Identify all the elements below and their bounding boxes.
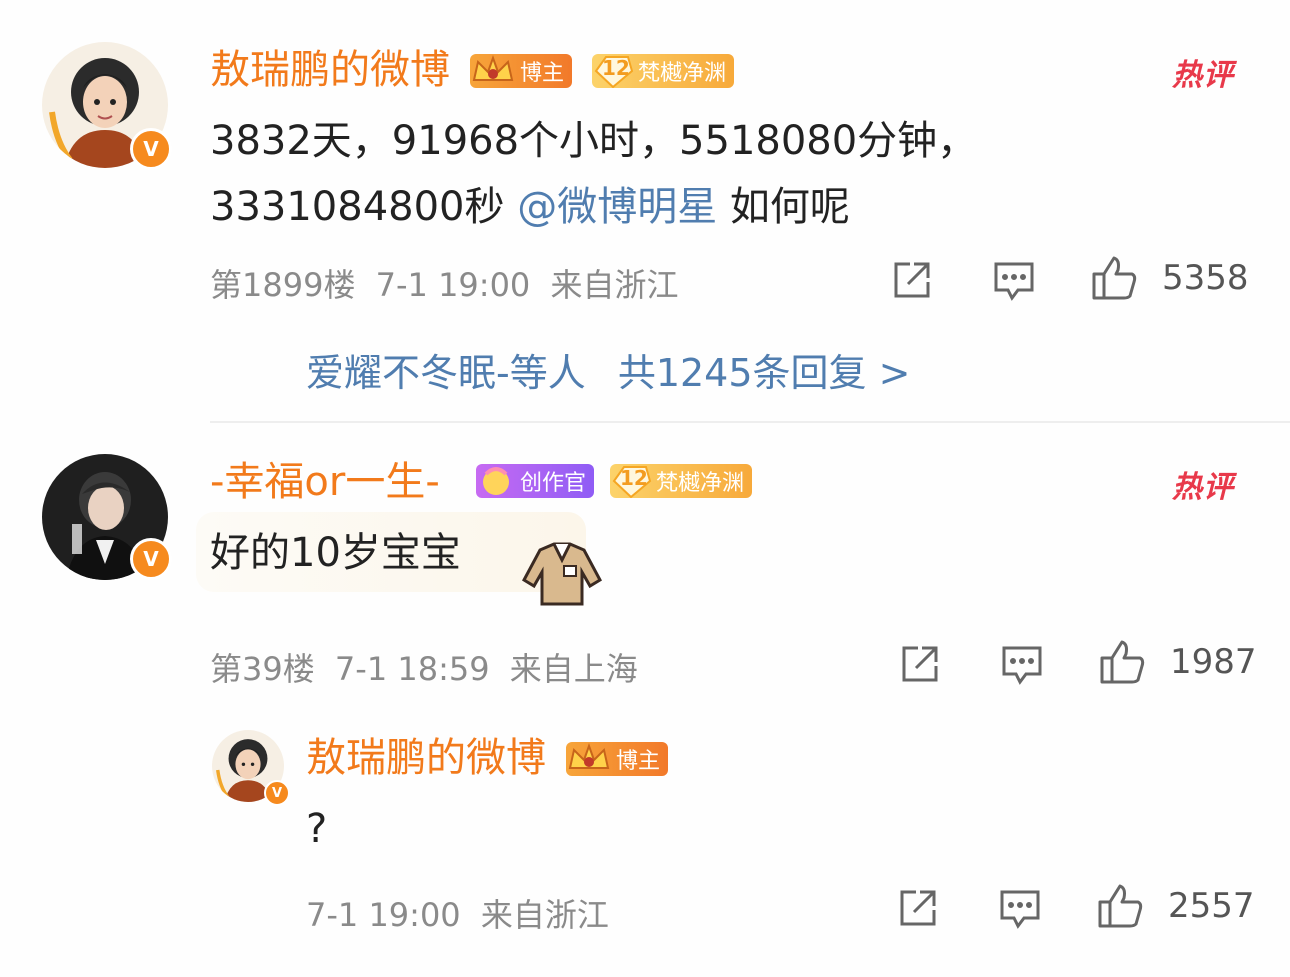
- share-button[interactable]: [898, 642, 942, 686]
- mention-link[interactable]: @微博明星: [517, 184, 717, 230]
- reply-author[interactable]: 敖瑞鹏的微博: [306, 734, 546, 782]
- fan-badge-label: 梵樾净渊: [638, 61, 727, 86]
- creator-badge-icon: [476, 464, 516, 498]
- role-badge[interactable]: 博主: [566, 742, 669, 776]
- share-button[interactable]: [896, 886, 940, 930]
- like-button[interactable]: 1987: [1098, 638, 1257, 686]
- comment-button[interactable]: [1000, 644, 1044, 686]
- like-icon: [1098, 884, 1143, 928]
- role-badge-label: 创作官: [520, 471, 587, 496]
- reply-location: 来自浙江: [480, 896, 609, 934]
- comment-icon: [1000, 890, 1040, 929]
- comment-button[interactable]: [992, 260, 1036, 302]
- share-icon: [902, 646, 938, 682]
- fan-level-number: 12: [620, 466, 648, 490]
- like-button[interactable]: 5358: [1090, 254, 1249, 302]
- comment-location: 来自上海: [509, 650, 638, 688]
- comment-author[interactable]: 敖瑞鹏的微博: [210, 46, 450, 94]
- reply-text: ?: [306, 806, 328, 852]
- fan-level-number: 12: [602, 56, 630, 80]
- share-icon: [894, 262, 930, 298]
- replies-link[interactable]: 爱耀不冬眠-等人 共1245条回复 >: [306, 342, 910, 397]
- comment-icon: [994, 262, 1034, 301]
- share-icon: [900, 890, 936, 926]
- hot-comment-tag: 热评: [1172, 58, 1234, 93]
- comment-meta: 第39楼 7-1 18:59 来自上海: [210, 644, 638, 690]
- avatar-aoruipeng[interactable]: V: [212, 730, 290, 806]
- text-segment: 如何呢: [717, 184, 850, 230]
- like-count: 2557: [1168, 886, 1255, 926]
- comment-button[interactable]: [998, 888, 1042, 930]
- crown-badge-icon: [566, 742, 612, 776]
- reply-meta: 7-1 19:00 来自浙江: [306, 890, 609, 936]
- reply-time: 7-1 19:00: [306, 896, 461, 934]
- like-count: 1987: [1170, 642, 1257, 682]
- floor-number: 第1899楼: [210, 266, 356, 304]
- like-icon: [1092, 256, 1137, 300]
- fan-badge-label: 梵樾净渊: [656, 471, 745, 496]
- comment-text: 好的10岁宝宝: [210, 530, 461, 576]
- comment-text-line1: 3832天，91968个小时，5518080分钟，: [210, 118, 978, 164]
- fan-badge[interactable]: 12 梵樾净渊: [592, 54, 735, 89]
- role-badge-label: 博主: [520, 61, 565, 86]
- avatar-aoruipeng[interactable]: V: [42, 42, 172, 170]
- avatar-xingfu[interactable]: V: [42, 454, 172, 580]
- comment-divider: [210, 421, 1290, 423]
- comment-author[interactable]: -幸福or一生-: [210, 458, 440, 506]
- comment-text: 3832天，91968个小时，5518080分钟， 3331084800秒 @微…: [210, 108, 977, 240]
- comment-text-line2: 3331084800秒 @微博明星 如何呢: [210, 174, 977, 240]
- comment-time: 7-1 19:00: [375, 266, 531, 304]
- fan-badge[interactable]: 12 梵樾净渊: [610, 464, 753, 499]
- floor-number: 第39楼: [210, 650, 315, 688]
- role-badge[interactable]: 博主: [470, 54, 573, 88]
- replies-count: 共1245条回复 >: [617, 351, 911, 395]
- role-badge[interactable]: 创作官: [476, 464, 595, 498]
- verified-badge: V: [264, 780, 290, 806]
- diamond-level-icon: 12: [610, 464, 652, 499]
- diamond-level-icon: 12: [592, 54, 634, 89]
- comment-location: 来自浙江: [550, 266, 679, 304]
- replies-preview: 爱耀不冬眠-等人: [306, 351, 586, 395]
- crown-badge-icon: [470, 54, 516, 88]
- like-count: 5358: [1162, 258, 1249, 298]
- like-icon: [1100, 640, 1145, 684]
- comment-time: 7-1 18:59: [334, 650, 490, 688]
- text-segment: 3331084800秒: [210, 184, 518, 230]
- jacket-sticker-icon: [520, 540, 604, 608]
- like-button[interactable]: 2557: [1096, 882, 1255, 930]
- verified-badge: V: [130, 128, 172, 170]
- verified-badge: V: [130, 538, 172, 580]
- role-badge-label: 博主: [616, 749, 661, 774]
- comment-icon: [1002, 646, 1042, 685]
- comment-meta: 第1899楼 7-1 19:00 来自浙江: [210, 260, 678, 306]
- hot-comment-tag: 热评: [1172, 470, 1234, 505]
- share-button[interactable]: [890, 258, 934, 302]
